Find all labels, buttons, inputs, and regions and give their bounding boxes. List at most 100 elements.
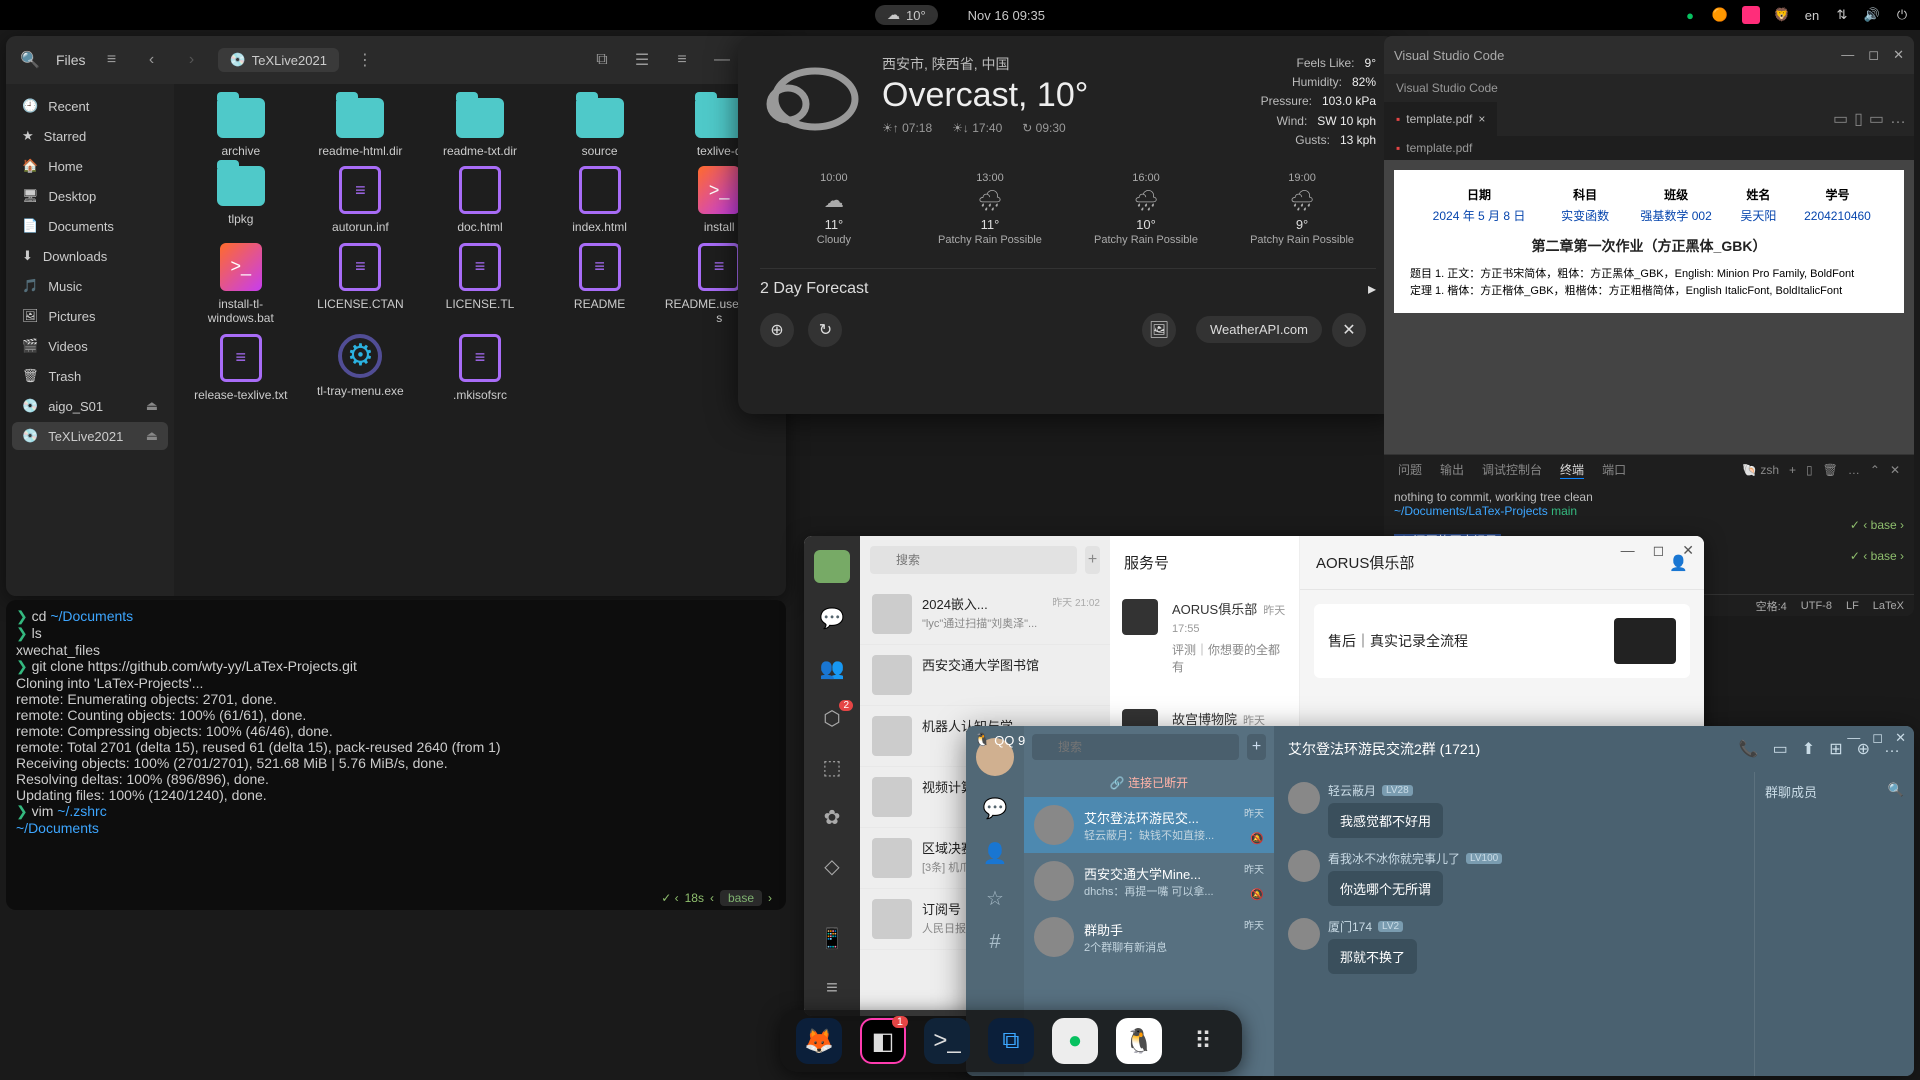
mount-TeXLive2021[interactable]: 💿TeXLive2021⏏ (12, 422, 168, 450)
dock-warp[interactable]: ◧1 (860, 1018, 906, 1064)
topbar-datetime[interactable]: Nov 16 09:35 (968, 8, 1045, 23)
close-button[interactable]: ✕ (1682, 542, 1694, 559)
image-button[interactable]: 🖼 (1142, 313, 1176, 347)
location-button[interactable]: ⊕ (760, 313, 794, 347)
shell-label[interactable]: 🐚 zsh (1742, 463, 1779, 477)
eject-icon[interactable]: ⏏ (146, 398, 158, 414)
tab-template-pdf[interactable]: ▪ template.pdf × (1384, 102, 1497, 136)
tray-icon-3[interactable]: 🦁 (1774, 7, 1790, 23)
eject-icon[interactable]: ⏏ (146, 428, 158, 444)
panel-tab[interactable]: 终端 (1560, 461, 1584, 479)
file-tlpkg[interactable]: tlpkg (184, 166, 298, 234)
add-terminal-icon[interactable]: + (1789, 463, 1796, 477)
weather-pill[interactable]: ☁ 10° (875, 5, 938, 25)
sidebar-item-recent[interactable]: 🕘Recent (12, 92, 168, 120)
sidebar-item-desktop[interactable]: 🖥Desktop (12, 182, 168, 210)
search-icon[interactable]: 🔍 (1888, 782, 1904, 801)
promo-card[interactable]: 售后｜真实记录全流程 (1314, 604, 1690, 678)
apps-icon[interactable]: ⊞ (1829, 739, 1842, 759)
service-item[interactable]: AORUS俱乐部昨天 17:55评测｜你想要的全都有 (1110, 589, 1299, 685)
minimize-button[interactable]: — (1847, 730, 1860, 746)
moments-tab-icon[interactable]: ✿ (817, 804, 847, 832)
sidebar-item-home[interactable]: 🏠Home (12, 152, 168, 180)
maximize-button[interactable]: ◻ (1653, 542, 1665, 559)
close-button[interactable]: ✕ (1895, 730, 1906, 746)
chevron-up-icon[interactable]: ⌃ (1870, 463, 1880, 477)
chat-tab-icon[interactable]: 💬 (817, 605, 847, 633)
terminal-window[interactable]: ❯ cd ~/Documents❯ lsxwechat_files❯ git c… (6, 600, 786, 910)
minimize-button[interactable]: — (1841, 47, 1854, 63)
sidebar-item-music[interactable]: 🎵Music (12, 272, 168, 300)
chat-icon[interactable]: 💬 (983, 796, 1008, 821)
tray-icon-2[interactable] (1742, 6, 1760, 24)
back-button[interactable]: ‹ (138, 46, 166, 74)
qq-chat-item[interactable]: 西安交通大学Mine...dhchs：再提一嘴 可以拿...昨天🔕 (1024, 853, 1274, 909)
layout-icon[interactable]: ▭ (1833, 109, 1848, 129)
minimize-button[interactable]: — (708, 46, 736, 74)
add-button[interactable]: + (1085, 546, 1100, 574)
refresh-button[interactable]: ↻ (808, 313, 842, 347)
sidebar-item-videos[interactable]: 🎬Videos (12, 332, 168, 360)
maximize-button[interactable]: ◻ (1872, 730, 1883, 746)
chat-item[interactable]: 2024嵌入..."lyc"通过扫描"刘奥泽"...昨天 21:02 (860, 584, 1110, 645)
sidebar-item-starred[interactable]: ★Starred (12, 122, 168, 150)
contacts-tab-icon[interactable]: 👥 (817, 655, 847, 683)
new-tab-icon[interactable]: ⧉ (588, 46, 616, 74)
dock-wechat[interactable]: ● (1052, 1018, 1098, 1064)
pdf-viewer[interactable]: 日期科目班级姓名学号 2024 年 5 月 8 日实变函数强基数学 002吴天阳… (1384, 160, 1914, 454)
mini-tab-icon[interactable]: ◇ (817, 853, 847, 881)
network-icon[interactable]: ⇅ (1834, 7, 1850, 23)
file-readme-txt.dir[interactable]: readme-txt.dir (423, 98, 537, 158)
file-source[interactable]: source (543, 98, 657, 158)
status-item[interactable]: LaTeX (1873, 600, 1904, 612)
dock-apps[interactable]: ⠿ (1180, 1018, 1226, 1064)
power-icon[interactable]: ⏻ (1894, 7, 1910, 23)
share-icon[interactable]: ⬆ (1802, 739, 1815, 759)
volume-icon[interactable]: 🔊 (1864, 7, 1880, 23)
split-icon[interactable]: ▯ (1806, 463, 1813, 477)
view-icon[interactable]: ☰ (628, 46, 656, 74)
file-LICENSE.TL[interactable]: ≡LICENSE.TL (423, 243, 537, 326)
file-tl-tray-menu.exe[interactable]: tl-tray-menu.exe (304, 334, 418, 402)
layout-icon[interactable]: ▯ (1854, 109, 1863, 129)
lang-indicator[interactable]: en (1804, 7, 1820, 23)
contacts-icon[interactable]: 👤 (983, 841, 1008, 866)
panel-tab[interactable]: 端口 (1602, 461, 1626, 478)
dock-terminal[interactable]: >_ (924, 1018, 970, 1064)
sidebar-item-downloads[interactable]: ⬇Downloads (12, 242, 168, 270)
star-icon[interactable]: ☆ (986, 886, 1004, 911)
status-item[interactable]: UTF-8 (1801, 600, 1832, 612)
menu-icon[interactable]: ⋮ (351, 46, 379, 74)
maximize-button[interactable]: ◻ (1868, 47, 1879, 63)
dock-firefox[interactable]: 🦊 (796, 1018, 842, 1064)
dock-vscode[interactable]: ⧉ (988, 1018, 1034, 1064)
file-.mkisofsrc[interactable]: ≡.mkisofsrc (423, 334, 537, 402)
more-icon[interactable]: … (1848, 463, 1860, 477)
file-index.html[interactable]: index.html (543, 166, 657, 234)
qq-search-input[interactable] (1032, 734, 1239, 760)
file-readme-html.dir[interactable]: readme-html.dir (304, 98, 418, 158)
chat-item[interactable]: 西安交通大学图书馆 (860, 645, 1110, 706)
mount-aigo_S01[interactable]: 💿aigo_S01⏏ (12, 392, 168, 420)
tray-icon-1[interactable]: 🟠 (1712, 7, 1728, 23)
file-doc.html[interactable]: doc.html (423, 166, 537, 234)
wechat-search-input[interactable] (870, 546, 1077, 574)
more-icon[interactable]: … (1890, 110, 1906, 128)
forecast-row[interactable]: 2 Day Forecast ▸ (760, 268, 1376, 299)
wechat-tray-icon[interactable]: ● (1682, 7, 1698, 23)
file-README[interactable]: ≡README (543, 243, 657, 326)
panel-tab[interactable]: 输出 (1440, 461, 1464, 478)
forward-button[interactable]: › (178, 46, 206, 74)
status-item[interactable]: 空格:4 (1756, 598, 1787, 614)
panel-tab[interactable]: 问题 (1398, 461, 1422, 478)
weather-api[interactable]: WeatherAPI.com (1196, 316, 1322, 343)
screen-icon[interactable]: ▭ (1773, 739, 1788, 759)
wechat-avatar[interactable] (814, 550, 850, 583)
sidebar-item-pictures[interactable]: 🖼Pictures (12, 302, 168, 330)
file-install-tl-windows.bat[interactable]: >_install-tl-windows.bat (184, 243, 298, 326)
file-LICENSE.CTAN[interactable]: ≡LICENSE.CTAN (304, 243, 418, 326)
trash-icon[interactable]: 🗑 (1823, 463, 1838, 477)
qq-chat-item[interactable]: 艾尔登法环游民交...轻云蔽月：缺钱不如直接...昨天🔕 (1024, 797, 1274, 853)
breadcrumb[interactable]: 💿 TeXLive2021 (218, 48, 339, 72)
sidebar-toggle-icon[interactable]: ≡ (98, 46, 126, 74)
